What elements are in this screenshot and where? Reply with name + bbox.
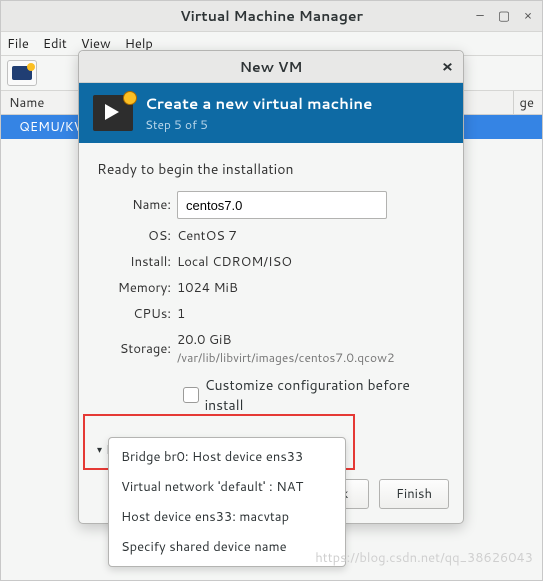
window-controls: – ▢ × — [472, 7, 536, 25]
vm-icon — [93, 95, 133, 131]
finish-button[interactable]: Finish — [379, 479, 449, 509]
label-memory: Memory: — [97, 279, 177, 297]
customize-label: Customize configuration before install — [205, 375, 445, 415]
host-label: QEMU/KV — [19, 118, 82, 136]
dialog-header: Create a new virtual machine Step 5 of 5 — [79, 83, 463, 143]
customize-row[interactable]: Customize configuration before install — [183, 375, 445, 415]
label-storage: Storage: — [97, 340, 177, 358]
label-name: Name: — [97, 196, 177, 214]
col-usage[interactable]: ge — [520, 94, 542, 112]
menu-file[interactable]: File — [7, 35, 29, 53]
storage-path: /var/lib/libvirt/images/centos7.0.qcow2 — [177, 349, 395, 366]
value-memory: 1024 MiB — [177, 279, 445, 297]
value-os: CentOS 7 — [177, 227, 445, 245]
value-cpus: 1 — [177, 305, 445, 323]
label-install: Install: — [97, 253, 177, 271]
value-install: Local CDROM/ISO — [177, 253, 445, 271]
label-os: OS: — [97, 227, 177, 245]
net-option-macvtap[interactable]: Host device ens33: macvtap — [109, 502, 345, 532]
network-dropdown: Bridge br0: Host device ens33 Virtual ne… — [108, 437, 346, 567]
dialog-step: Step 5 of 5 — [145, 116, 372, 133]
dialog-header-text: Create a new virtual machine Step 5 of 5 — [145, 93, 372, 133]
label-cpus: CPUs: — [97, 305, 177, 323]
main-window-title: Virtual Machine Manager — [1, 6, 542, 26]
watermark: https://blog.csdn.net/qq_38626043 — [315, 549, 533, 567]
header-divider — [513, 91, 514, 114]
dialog-close-icon[interactable]: × — [442, 55, 453, 78]
value-storage: 20.0 GiB /var/lib/libvirt/images/centos7… — [177, 331, 445, 367]
ready-text: Ready to begin the installation — [97, 159, 445, 179]
net-option-shared[interactable]: Specify shared device name — [109, 532, 345, 562]
minimize-icon[interactable]: – — [472, 7, 488, 25]
dialog-header-title: Create a new virtual machine — [145, 93, 372, 114]
net-option-nat[interactable]: Virtual network 'default' : NAT — [109, 472, 345, 502]
storage-size: 20.0 GiB — [177, 331, 231, 349]
name-input[interactable] — [177, 191, 387, 219]
dialog-title: New VM — [79, 57, 463, 77]
net-option-bridge[interactable]: Bridge br0: Host device ens33 — [109, 442, 345, 472]
dialog-body: Ready to begin the installation Name: OS… — [79, 143, 463, 471]
monitor-new-icon — [12, 66, 32, 80]
dialog-titlebar: New VM × — [79, 51, 463, 83]
main-titlebar: Virtual Machine Manager – ▢ × — [1, 1, 542, 31]
close-icon[interactable]: × — [520, 7, 536, 25]
customize-checkbox[interactable] — [183, 387, 199, 403]
maximize-icon[interactable]: ▢ — [496, 7, 512, 25]
menu-edit[interactable]: Edit — [43, 35, 67, 53]
new-vm-button[interactable] — [7, 60, 37, 86]
